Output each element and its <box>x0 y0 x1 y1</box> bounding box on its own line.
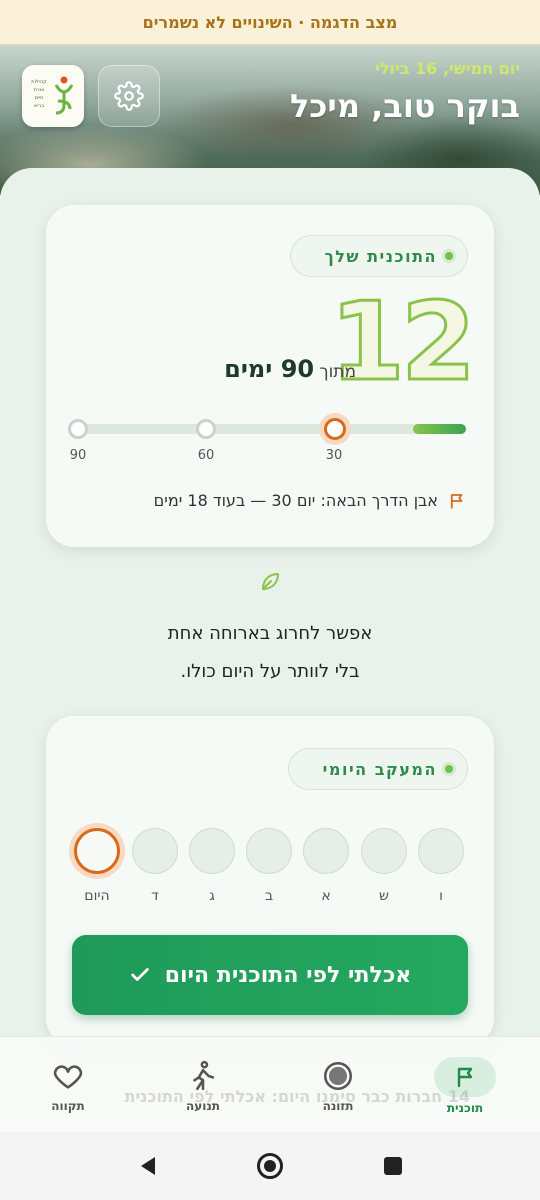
milestone-progress-fill <box>413 424 466 434</box>
tracker-pill: המעקב היומי <box>287 748 468 790</box>
recents-icon[interactable] <box>383 1156 403 1176</box>
day-circle-g[interactable] <box>189 828 235 874</box>
flag-icon <box>457 1067 473 1088</box>
svg-text:קהילות: קהילות <box>31 79 47 85</box>
leaf-icon <box>262 573 279 590</box>
milestone-label-30: 30 <box>325 448 343 463</box>
day-label: ב <box>264 888 274 904</box>
plan-card: התוכנית שלך 12 מתוך 90 ימים 30 60 90 אבן… <box>46 205 494 547</box>
quote-line-2: בלי לוותר על היום כולו. <box>180 661 360 682</box>
daily-tracker-card: המעקב היומי היום ד ג ב א ש ו אכלתי לפי ה… <box>46 716 494 1046</box>
heart-icon <box>53 1065 83 1089</box>
day-label: ו <box>439 888 443 904</box>
logo-emblem-icon: קהילות אורח חיים בריא <box>31 76 74 115</box>
day-circle-v[interactable] <box>418 828 464 874</box>
community-notice-toast: 14 חברות כבר סימנו היום: אכלתי לפי התוכנ… <box>124 1087 470 1106</box>
quote-line-1: אפשר לחרוג בארוחה אחת <box>167 623 373 644</box>
milestone-node-30 <box>324 418 346 440</box>
milestone-label-90: 90 <box>69 448 87 463</box>
tracker-pill-label: המעקב היומי <box>322 759 437 779</box>
day-circle-sh[interactable] <box>361 828 407 874</box>
day-circle-d[interactable] <box>132 828 178 874</box>
day-label: היום <box>84 888 110 904</box>
of-label: מתוך <box>319 362 356 382</box>
day-label: ג <box>209 888 215 904</box>
svg-text:בריא: בריא <box>34 103 44 109</box>
demo-banner-text: מצב הדגמה · השינויים לא נשמרים <box>142 12 398 32</box>
gear-icon <box>114 81 144 111</box>
nav-label-hope: תקווה <box>51 1099 85 1113</box>
milestone-node-60 <box>196 419 216 439</box>
flag-icon <box>450 493 463 509</box>
nav-item-hope[interactable]: תקווה <box>23 1059 113 1113</box>
day-circle-b[interactable] <box>246 828 292 874</box>
motivation-quote: אפשר לחרוג בארוחה אחת בלי לוותר על היום … <box>0 615 540 691</box>
day-circle-today[interactable] <box>74 828 120 874</box>
check-icon <box>130 968 149 981</box>
plan-pill-label: התוכנית שלך <box>324 246 437 266</box>
day-label: ד <box>151 888 159 904</box>
greeting-title: בוקר טוב, מיכל <box>289 87 520 125</box>
plan-total: מתוך 90 ימים <box>224 355 356 383</box>
total-days: 90 ימים <box>224 355 315 383</box>
milestone-track <box>70 424 466 434</box>
milestone-label-60: 60 <box>197 448 215 463</box>
settings-button[interactable] <box>98 65 160 127</box>
demo-mode-banner: מצב הדגמה · השינויים לא נשמרים <box>0 0 540 45</box>
next-milestone-text: אבן הדרך הבאה: יום 30 — בעוד 18 ימים <box>153 491 438 510</box>
next-milestone: אבן הדרך הבאה: יום 30 — בעוד 18 ימים <box>154 491 466 510</box>
back-icon[interactable] <box>136 1154 160 1178</box>
header-date: יום חמישי, 16 ביולי <box>375 59 520 78</box>
svg-text:אורח: אורח <box>34 87 45 93</box>
status-dot <box>445 765 453 773</box>
day-label: ש <box>379 888 389 904</box>
plan-pill: התוכנית שלך <box>289 235 468 277</box>
milestone-node-90 <box>68 419 88 439</box>
system-navigation-bar <box>0 1132 540 1200</box>
ate-according-to-plan-button[interactable]: אכלתי לפי התוכנית היום <box>72 935 468 1015</box>
day-label: א <box>321 888 331 904</box>
day-circle-a[interactable] <box>303 828 349 874</box>
app-logo[interactable]: קהילות אורח חיים בריא <box>22 65 84 127</box>
bottom-navigation: תוכנית תזונה תנועה תקווה <box>0 1036 540 1132</box>
home-icon[interactable] <box>256 1152 284 1180</box>
svg-text:חיים: חיים <box>35 95 44 101</box>
ate-button-label: אכלתי לפי התוכנית היום <box>164 962 412 988</box>
status-dot <box>445 252 453 260</box>
